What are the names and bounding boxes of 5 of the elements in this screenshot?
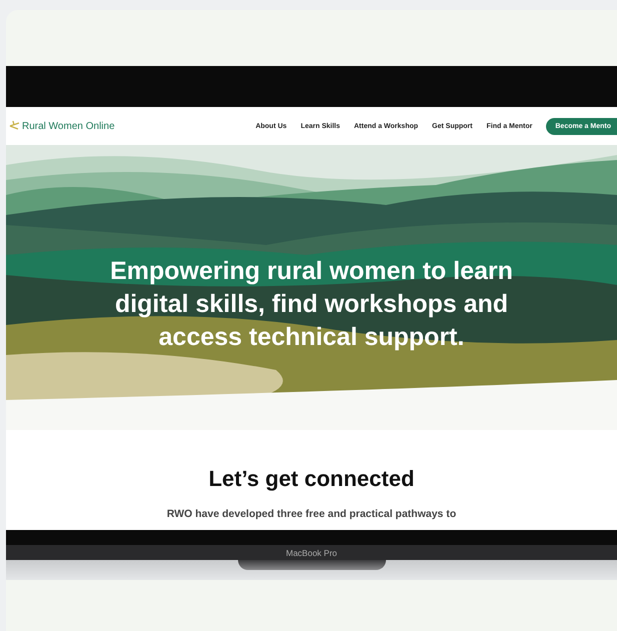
laptop-label: MacBook Pro	[286, 548, 338, 558]
section-heading: Let’s get connected	[208, 466, 416, 492]
hero-heading: Empowering rural women to learn digital skills, find workshops and access technical support.	[109, 256, 514, 353]
site-logo[interactable]: Rural Women Online	[22, 120, 115, 132]
section-text: RWO have developed three free and practical pathways to	[166, 508, 458, 520]
